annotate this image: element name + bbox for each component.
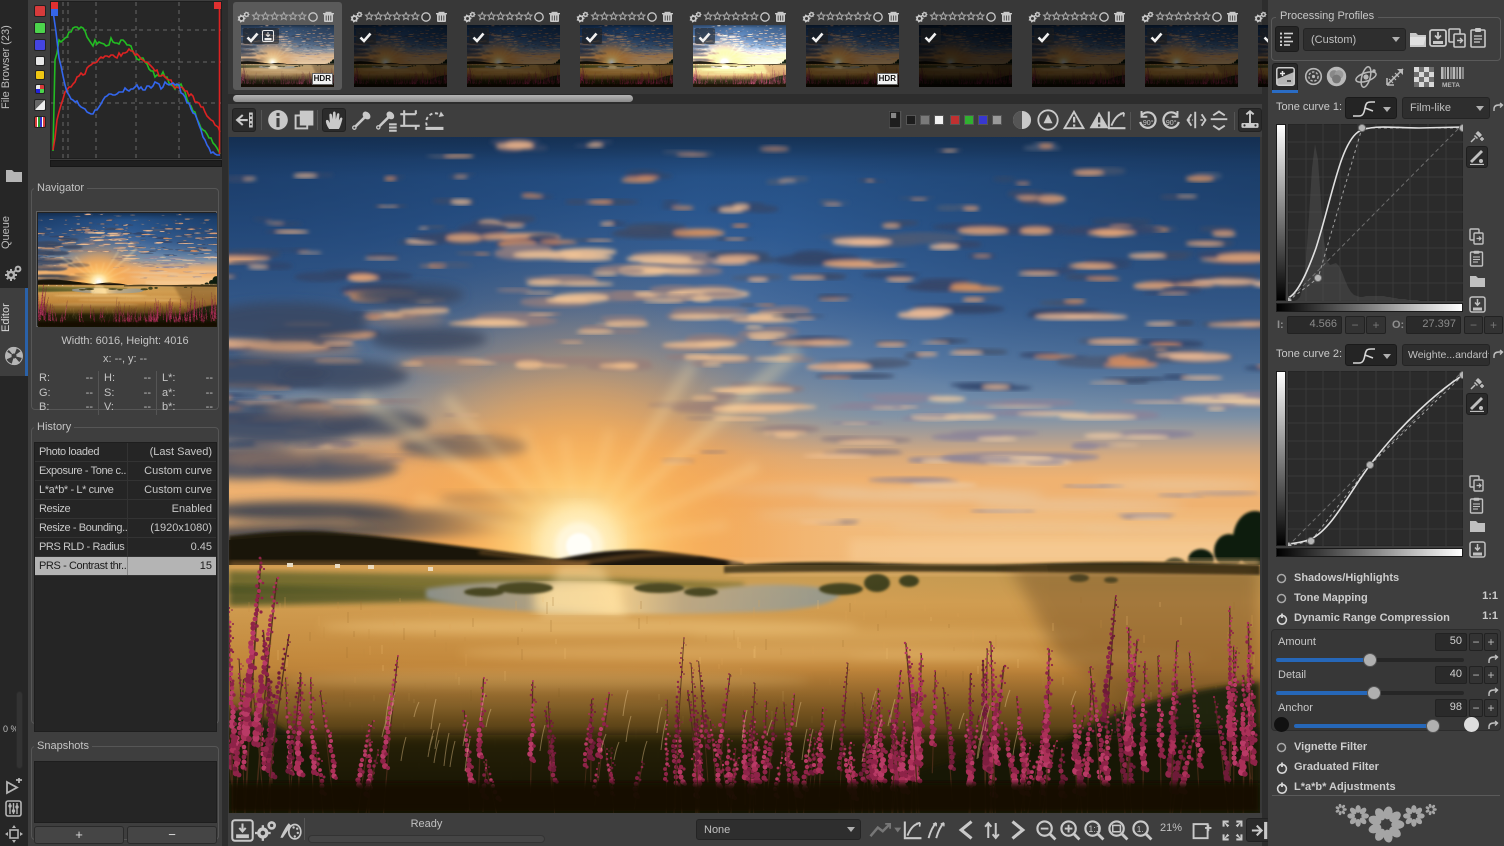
svg-text:90°: 90° <box>1166 119 1177 127</box>
svg-text:META: META <box>1442 82 1460 88</box>
svg-text:90°: 90° <box>1143 119 1154 127</box>
svg-text:1.: 1. <box>1136 823 1143 833</box>
svg-text:1:1: 1:1 <box>1088 823 1100 833</box>
